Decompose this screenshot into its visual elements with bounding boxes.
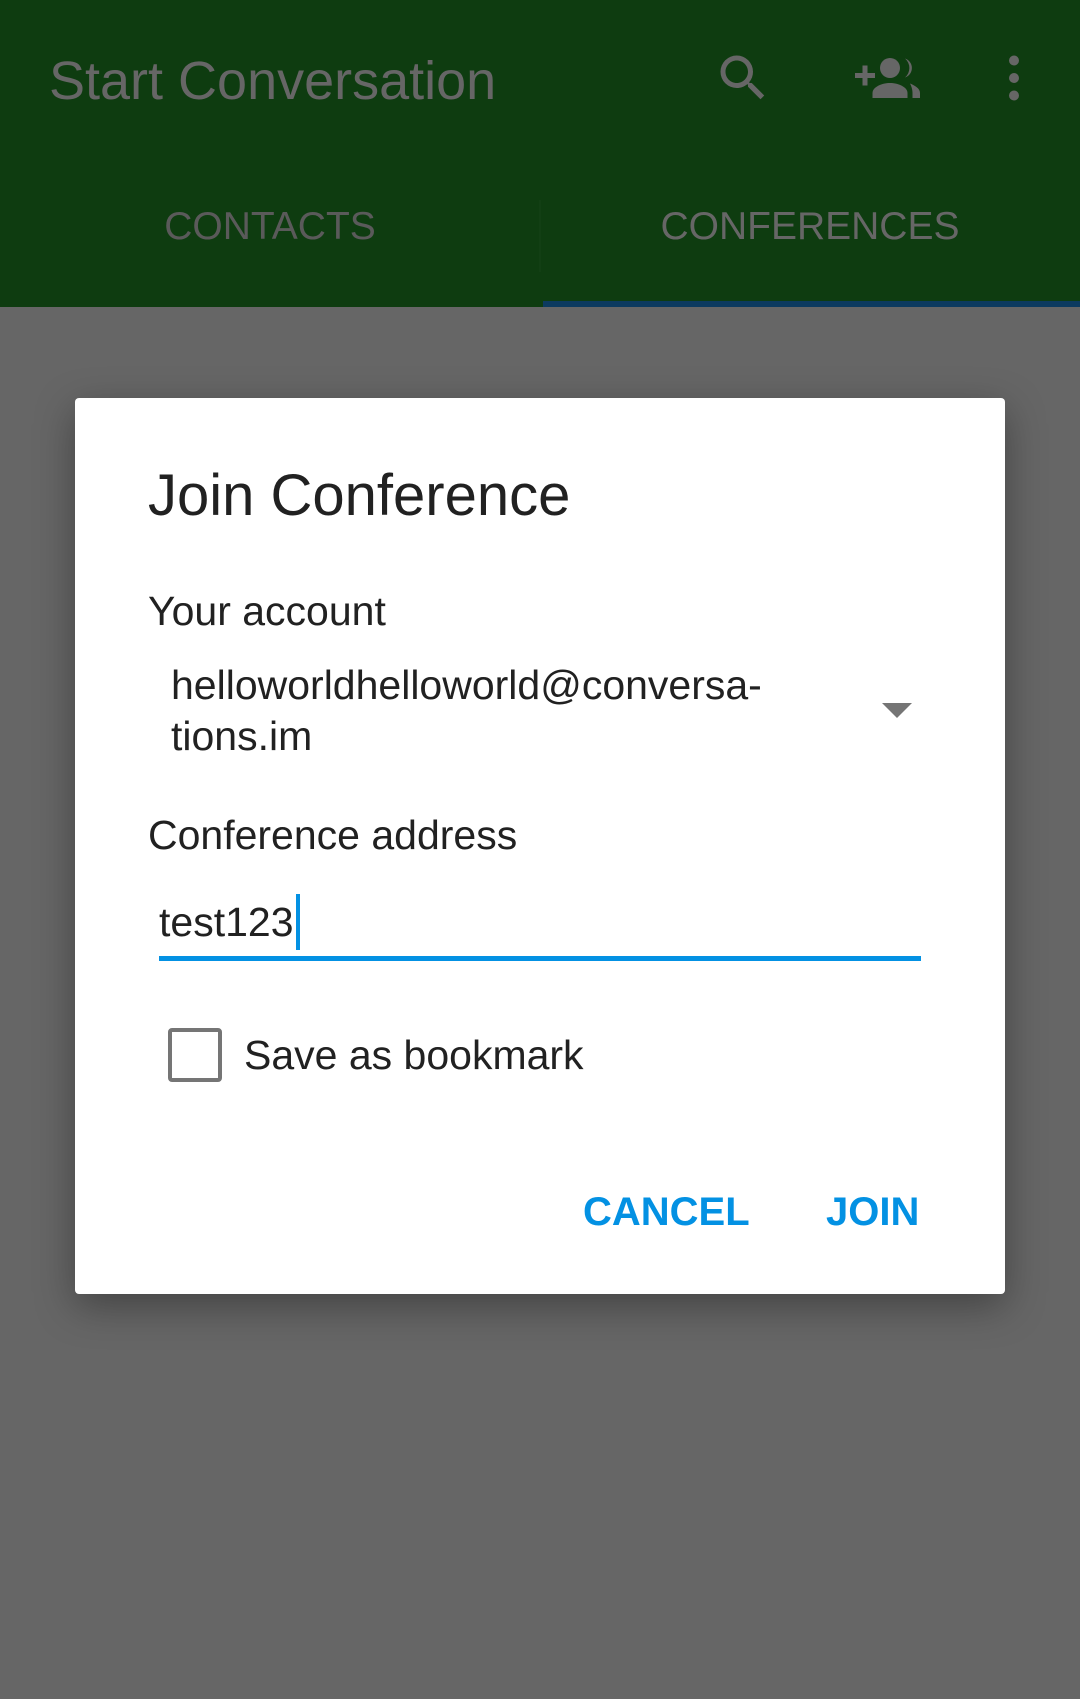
search-icon[interactable] [713,48,773,108]
bookmark-label[interactable]: Save as bookmark [244,1032,584,1079]
tab-conferences[interactable]: CONFERENCES [540,205,1080,249]
cancel-button[interactable]: CANCEL [583,1190,750,1235]
text-cursor [295,894,300,950]
address-value: test123 [159,898,294,945]
tab-contacts[interactable]: CONTACTS [0,205,540,249]
account-label: Your account [148,588,386,634]
join-conference-dialog: Join Conference Your account helloworldh… [75,398,1005,1294]
app-bar: Start Conversation CONTACTS CONFERENCES [0,0,1080,307]
bookmark-checkbox[interactable] [168,1028,222,1082]
more-vert-icon[interactable] [984,48,1044,108]
dialog-title: Join Conference [148,463,571,528]
conference-address-input[interactable]: test123 [159,888,921,961]
tab-indicator [543,301,1080,307]
dropdown-arrow-icon [882,703,912,718]
address-label: Conference address [148,812,518,858]
add-group-icon[interactable] [852,48,928,108]
join-button[interactable]: JOIN [826,1190,919,1235]
account-value: helloworldhelloworld@conversa-tions.im [171,662,762,759]
page-title: Start Conversation [49,51,497,111]
